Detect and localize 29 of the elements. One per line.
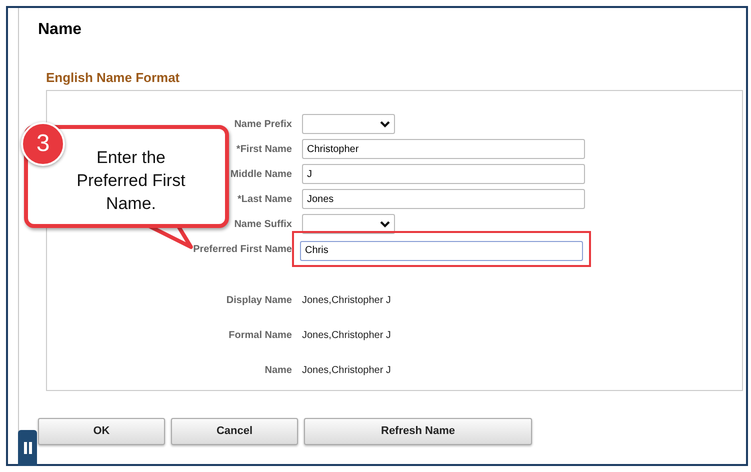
field-label: Name Prefix — [234, 118, 292, 132]
action-button[interactable]: OK — [38, 418, 165, 445]
field-label: Formal Name — [228, 328, 292, 343]
field-label: *First Name — [236, 142, 292, 157]
field-label: Name Suffix — [234, 218, 292, 232]
field-value: Jones,Christopher J — [302, 328, 391, 343]
input-field[interactable]: Jones — [302, 189, 585, 210]
chevron-down-icon — [380, 220, 390, 228]
dropdown-field[interactable] — [302, 214, 395, 234]
field-value: Jones,Christopher J — [302, 294, 391, 308]
action-button[interactable]: Cancel — [171, 418, 298, 445]
pause-tab[interactable] — [18, 430, 37, 466]
field-label: *Last Name — [238, 192, 292, 207]
input-field[interactable]: Chris — [300, 240, 583, 261]
input-field[interactable]: Christopher — [302, 139, 585, 160]
input-field[interactable]: J — [302, 164, 585, 184]
field-label: Middle Name — [230, 168, 292, 182]
field-label: Preferred First Name — [193, 242, 292, 257]
callout-text: Enter the Preferred First Name. — [76, 147, 186, 215]
section-heading: English Name Format — [45, 69, 181, 86]
field-label: Name — [264, 364, 292, 378]
field-label: Display Name — [226, 294, 292, 308]
chevron-down-icon — [380, 120, 390, 128]
step-number: 3 — [21, 122, 65, 166]
pause-icon — [24, 442, 32, 454]
field-value: Jones,Christopher J — [302, 364, 391, 378]
action-button[interactable]: Refresh Name — [304, 418, 532, 445]
dropdown-field[interactable] — [302, 114, 395, 134]
page-title: Name — [37, 20, 83, 40]
